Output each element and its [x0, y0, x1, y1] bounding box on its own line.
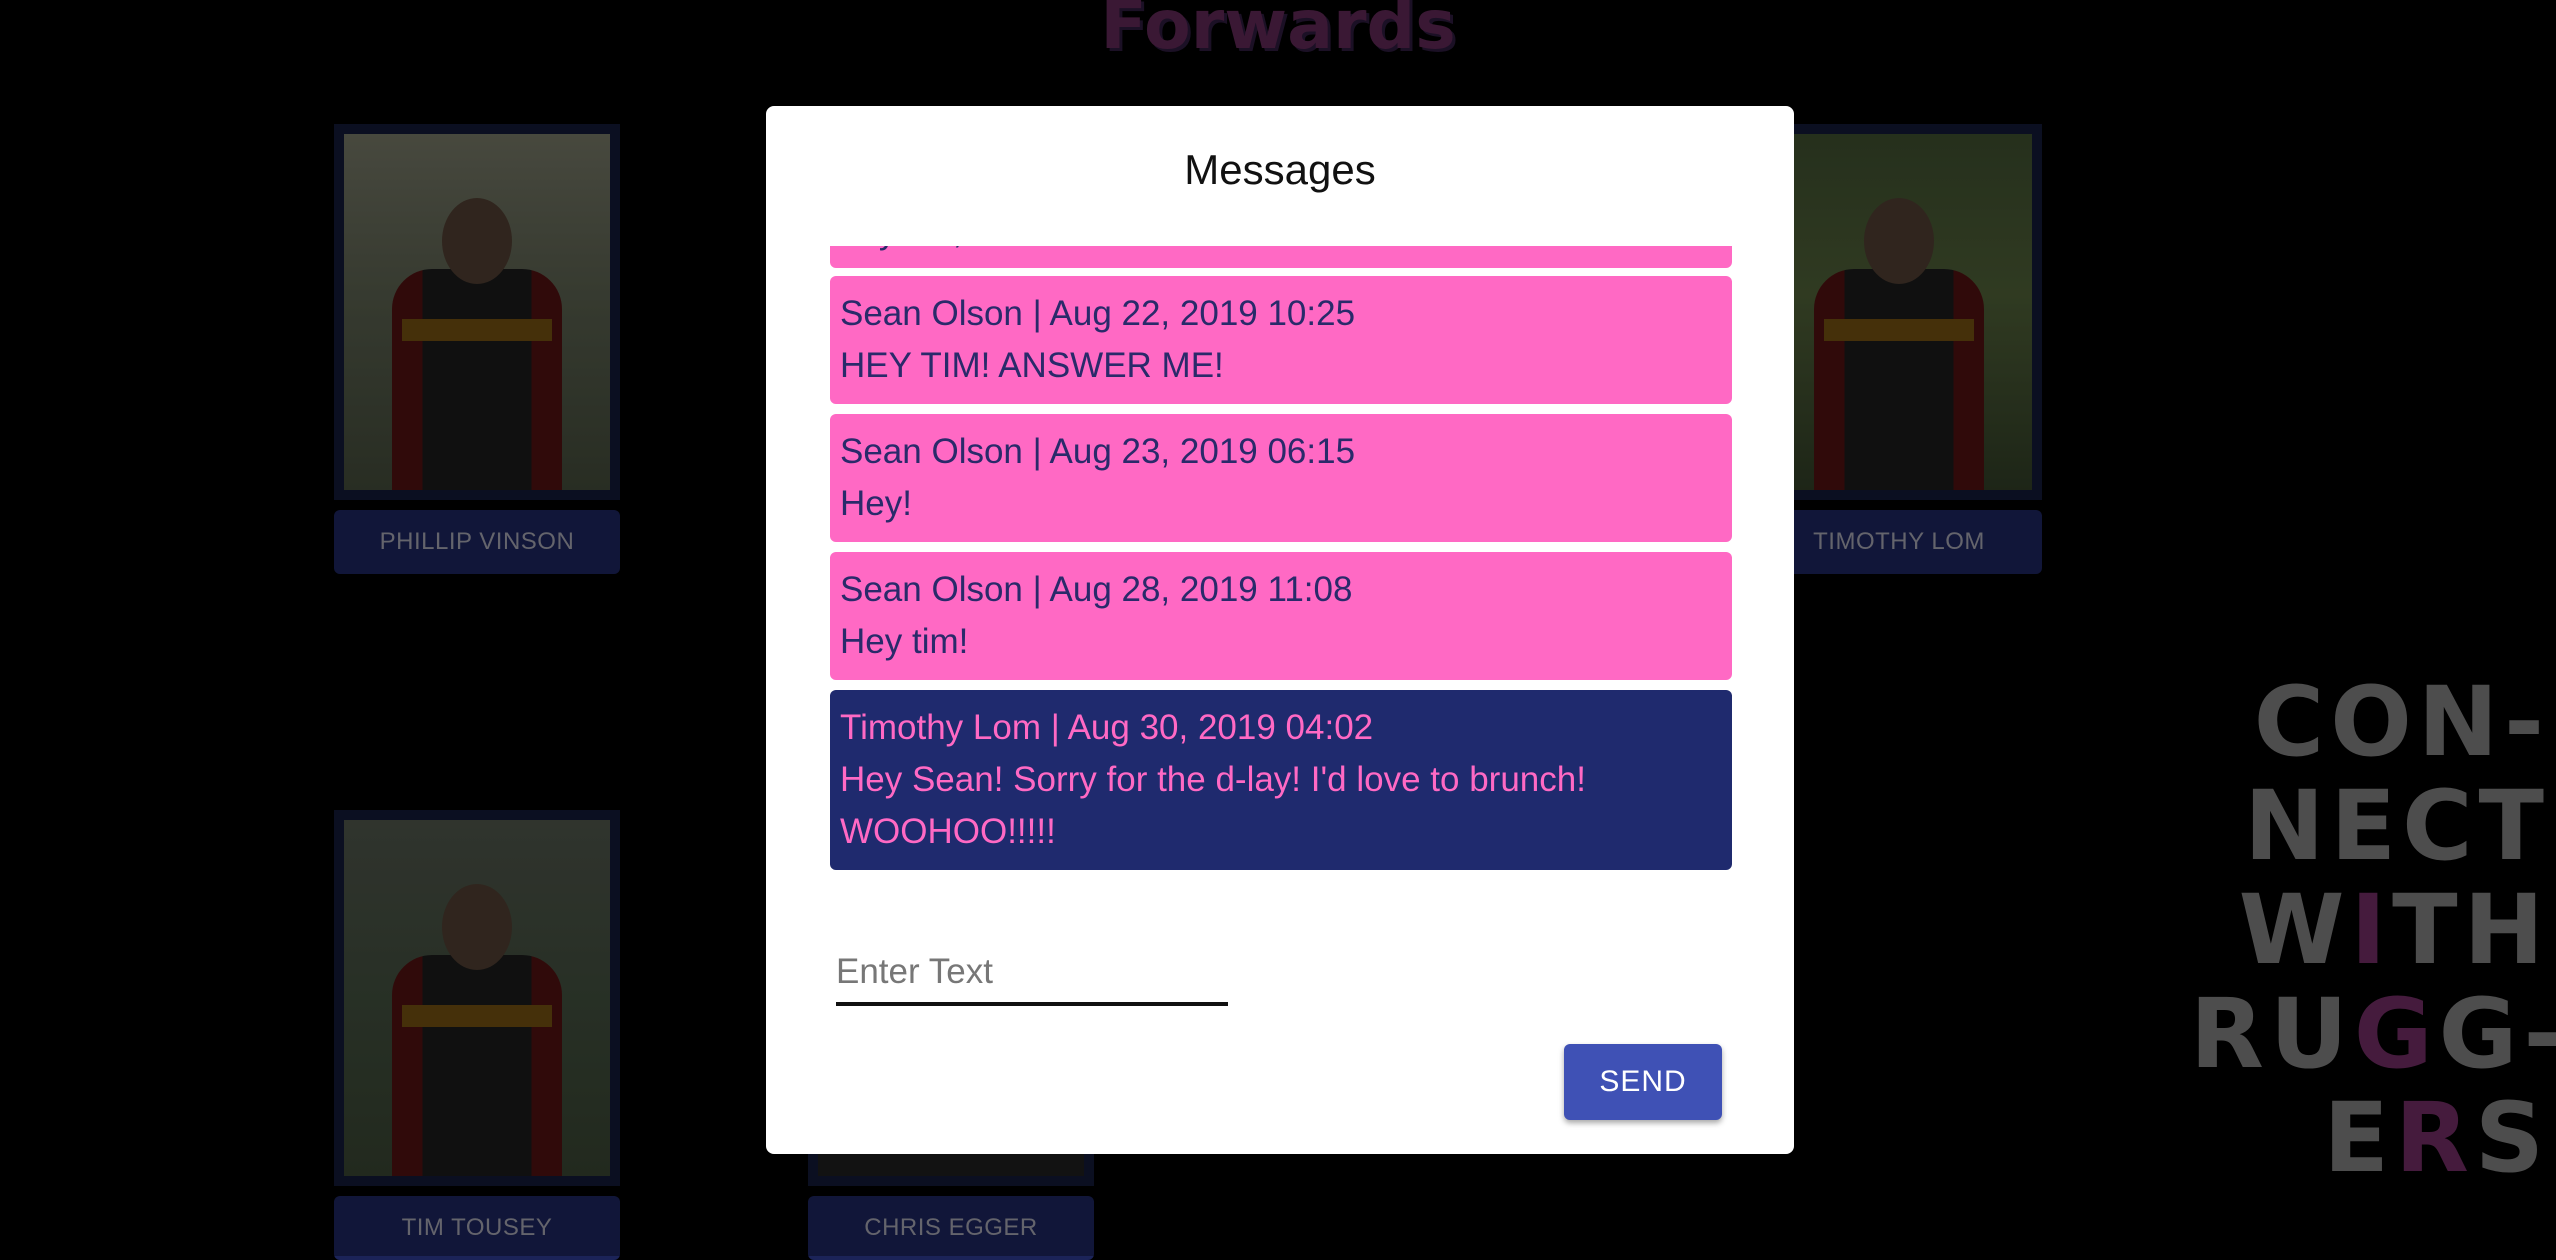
- player-photo-frame: [334, 810, 620, 1186]
- message-meta: Sean Olson | Aug 22, 2019 10:25: [840, 294, 1356, 333]
- logo-letters: S: [2474, 1082, 2550, 1194]
- logo-line: ERS: [2190, 1086, 2550, 1190]
- message-text: Hey Sean! Sorry for the d-lay! I'd love …: [840, 760, 1596, 851]
- message-text: Hey tim!: [840, 622, 969, 661]
- jersey-shape: [392, 269, 562, 490]
- message-input[interactable]: [836, 942, 1228, 1002]
- player-photo[interactable]: [344, 134, 610, 490]
- message-bubble: Sean Olson | Aug 28, 2019 11:08 Hey tim!: [830, 552, 1732, 680]
- player-name-button[interactable]: TIMOTHY LOM: [1756, 510, 2042, 574]
- logo-letters: TH: [2392, 874, 2550, 986]
- player-name-button[interactable]: TIM TOUSEY: [334, 1196, 620, 1260]
- send-button[interactable]: SEND: [1564, 1044, 1722, 1120]
- jersey-shape: [1814, 269, 1984, 490]
- message-text: Hey!: [840, 484, 912, 523]
- player-name-button[interactable]: PHILLIP VINSON: [334, 510, 620, 574]
- logo-accent-letter: R: [2394, 1082, 2475, 1194]
- message-text: HEY TIM! ANSWER ME!: [840, 346, 1224, 385]
- jersey-stripe: [402, 319, 552, 342]
- jersey-shape: [392, 955, 562, 1176]
- messages-dialog: Messages hey tim, wanna meet for brunch!…: [766, 106, 1794, 1154]
- message-bubble: hey tim, wanna meet for brunch!!: [830, 246, 1732, 268]
- player-photo[interactable]: [1766, 134, 2032, 490]
- connect-with-ruggers-logo: CON- NECT WITH RUGG- ERS: [2190, 666, 2556, 1190]
- message-meta: Sean Olson | Aug 23, 2019 06:15: [840, 432, 1356, 471]
- message-bubble: Sean Olson | Aug 22, 2019 10:25 HEY TIM!…: [830, 276, 1732, 404]
- logo-line: CON-: [2253, 666, 2550, 778]
- logo-line: RUGG-: [2190, 982, 2556, 1086]
- logo-letters: RU: [2190, 978, 2354, 1090]
- player-name-button[interactable]: CHRIS EGGER: [808, 1196, 1094, 1260]
- dialog-title: Messages: [1184, 146, 1376, 193]
- message-bubble: Timothy Lom | Aug 30, 2019 04:02 Hey Sea…: [830, 690, 1732, 870]
- logo-accent-letter: I: [2350, 874, 2393, 986]
- player-photo-frame: [1756, 124, 2042, 500]
- logo-letters: E: [2323, 1082, 2395, 1194]
- jersey-stripe: [1824, 319, 1974, 342]
- logo-letters: G-: [2438, 978, 2556, 1090]
- logo-line: WITH: [2190, 878, 2550, 982]
- player-card[interactable]: TIMOTHY LOM: [1756, 124, 2042, 574]
- head-shape: [442, 884, 512, 971]
- jersey-stripe: [402, 1005, 552, 1028]
- message-list[interactable]: hey tim, wanna meet for brunch!! Sean Ol…: [830, 246, 1732, 986]
- message-bubble: Sean Olson | Aug 23, 2019 06:15 Hey!: [830, 414, 1732, 542]
- player-card[interactable]: PHILLIP VINSON: [334, 124, 620, 574]
- message-text: hey tim, wanna meet for brunch!!: [840, 246, 1722, 258]
- logo-line: NECT: [2244, 770, 2550, 882]
- head-shape: [1864, 198, 1934, 285]
- player-photo-frame: [334, 124, 620, 500]
- head-shape: [442, 198, 512, 285]
- message-input-field: [836, 942, 1228, 1006]
- player-photo[interactable]: [344, 820, 610, 1176]
- logo-accent-letter: G: [2353, 978, 2439, 1090]
- player-card[interactable]: TIM TOUSEY: [334, 810, 620, 1260]
- section-title: Forwards: [1100, 0, 1456, 65]
- message-meta: Timothy Lom | Aug 30, 2019 04:02: [840, 708, 1374, 747]
- logo-letters: W: [2238, 874, 2351, 986]
- message-meta: Sean Olson | Aug 28, 2019 11:08: [840, 570, 1353, 609]
